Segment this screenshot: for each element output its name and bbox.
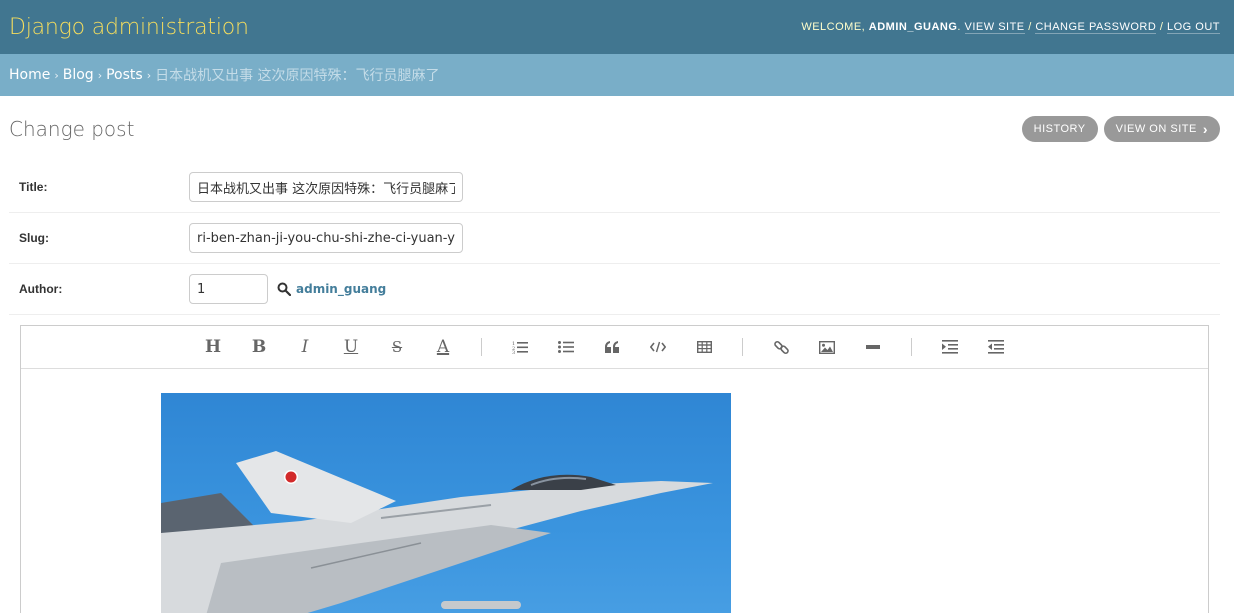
breadcrumb-blog[interactable]: Blog bbox=[63, 67, 94, 83]
author-row: Author: admin_guang bbox=[9, 264, 1220, 315]
toolbar-divider bbox=[742, 338, 743, 356]
site-name[interactable]: Django administration bbox=[9, 15, 249, 40]
view-on-site-button-label: View on site bbox=[1115, 123, 1197, 135]
italic-icon[interactable]: I bbox=[293, 336, 317, 358]
link-icon[interactable] bbox=[769, 336, 793, 358]
bold-icon[interactable]: B bbox=[247, 336, 271, 358]
underline-icon[interactable]: U bbox=[339, 336, 363, 358]
ordered-list-icon[interactable]: 123 bbox=[508, 336, 532, 358]
indent-icon[interactable] bbox=[938, 336, 962, 358]
welcome-text: Welcome, bbox=[801, 21, 866, 33]
toolbar-divider bbox=[911, 338, 912, 356]
chevron-right-icon: › bbox=[1202, 121, 1208, 137]
content-editor: H B I U S A 123 bbox=[20, 325, 1209, 613]
change-password-link[interactable]: Change password bbox=[1035, 21, 1157, 34]
site-header: Django administration Welcome, admin_gua… bbox=[0, 0, 1234, 54]
table-icon[interactable] bbox=[692, 336, 716, 358]
font-color-icon[interactable]: A bbox=[431, 336, 455, 358]
strikethrough-icon[interactable]: S bbox=[385, 336, 409, 358]
title-input[interactable] bbox=[189, 172, 463, 202]
editor-toolbar: H B I U S A 123 bbox=[21, 326, 1208, 369]
author-label: Author: bbox=[19, 282, 63, 296]
image-icon[interactable] bbox=[815, 336, 839, 358]
author-input[interactable] bbox=[189, 274, 268, 304]
object-tools: History View on site › bbox=[1021, 116, 1220, 142]
breadcrumb-posts[interactable]: Posts bbox=[106, 67, 143, 83]
username: admin_guang bbox=[868, 21, 958, 33]
view-on-site-button[interactable]: View on site › bbox=[1103, 116, 1220, 142]
outdent-icon[interactable] bbox=[984, 336, 1008, 358]
horizontal-rule-icon[interactable] bbox=[861, 336, 885, 358]
breadcrumb-separator: › bbox=[146, 68, 152, 82]
blockquote-icon[interactable] bbox=[600, 336, 624, 358]
breadcrumb: Home › Blog › Posts › 日本战机又出事 这次原因特殊：飞行员… bbox=[0, 54, 1234, 96]
code-icon[interactable] bbox=[646, 336, 670, 358]
title-label: Title: bbox=[19, 180, 48, 194]
title-row: Title: bbox=[9, 162, 1220, 213]
user-tools: Welcome, admin_guang. View site / Change… bbox=[801, 21, 1220, 34]
svg-text:3: 3 bbox=[512, 350, 515, 354]
main-content: Change post History View on site › Title:… bbox=[0, 96, 1234, 613]
breadcrumb-separator: › bbox=[97, 68, 103, 82]
slug-row: Slug: bbox=[9, 213, 1220, 264]
breadcrumb-current: 日本战机又出事 这次原因特殊：飞行员腿麻了 bbox=[155, 68, 440, 84]
unordered-list-icon[interactable] bbox=[554, 336, 578, 358]
log-out-link[interactable]: Log out bbox=[1166, 21, 1220, 34]
slug-input[interactable] bbox=[189, 223, 463, 253]
author-name: admin_guang bbox=[296, 282, 387, 296]
fighter-jet-photo bbox=[161, 393, 731, 613]
search-icon[interactable] bbox=[277, 282, 291, 296]
breadcrumb-home[interactable]: Home bbox=[9, 67, 50, 83]
page-title: Change post bbox=[9, 117, 135, 141]
breadcrumb-separator: › bbox=[54, 68, 59, 82]
slug-label: Slug: bbox=[19, 231, 49, 245]
editor-body[interactable] bbox=[21, 369, 1208, 613]
history-button[interactable]: History bbox=[1021, 116, 1098, 142]
history-button-label: History bbox=[1033, 123, 1086, 135]
toolbar-divider bbox=[481, 338, 482, 356]
author-lookup[interactable]: admin_guang bbox=[277, 282, 386, 296]
heading-icon[interactable]: H bbox=[201, 336, 225, 358]
view-site-link[interactable]: View site bbox=[964, 21, 1025, 34]
